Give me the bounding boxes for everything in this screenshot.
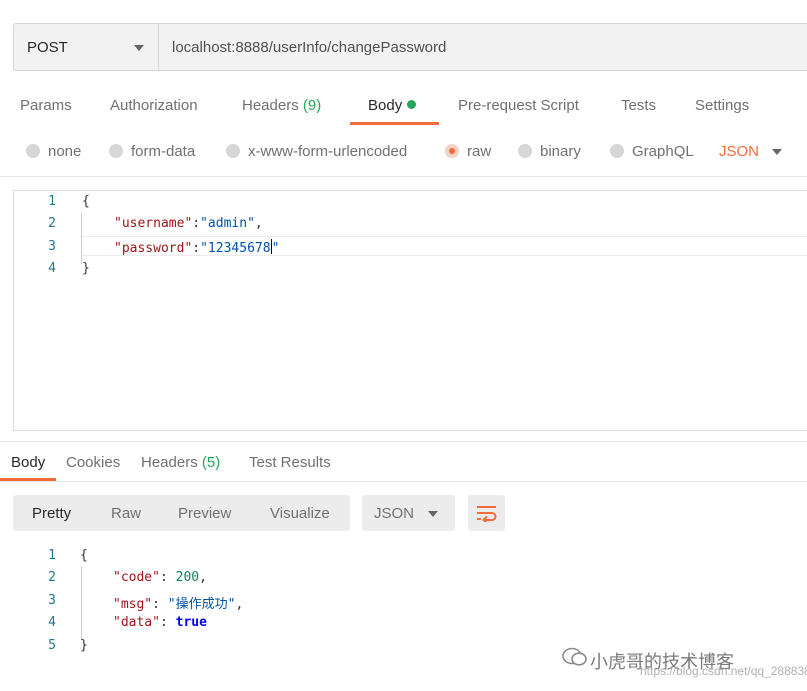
json-string: "操作成功" [167,597,236,612]
json-string-end: " [271,241,280,256]
radio-binary-label: binary [540,143,581,160]
radio-form-data-label: form-data [131,143,196,160]
tab-prerequest-script[interactable]: Pre-request Script [458,97,579,114]
line-number: 3 [48,593,56,608]
tab-params[interactable]: Params [20,97,72,114]
code-line: "password":"12345678" [114,239,280,256]
wechat-icon [562,647,587,666]
divider [0,441,807,442]
response-tab-cookies[interactable]: Cookies [66,454,120,471]
view-preview-button[interactable]: Preview [178,505,231,522]
line-number: 1 [48,194,56,209]
json-boolean: true [175,615,207,630]
divider [0,176,807,177]
divider [0,481,807,482]
watermark-url: https://blog.csdn.net/qq_28883885 [640,664,807,678]
line-number: 4 [48,615,56,630]
line-number: 4 [48,261,56,276]
indent-guide [81,212,82,264]
tab-authorization[interactable]: Authorization [110,97,198,114]
response-headers-count-badge: (5) [201,454,221,471]
view-pretty-button[interactable]: Pretty [32,505,71,522]
radio-raw-label: raw [467,143,492,160]
radio-raw[interactable] [445,144,459,158]
radio-graphql-label: GraphQL [632,143,694,160]
radio-binary[interactable] [518,144,532,158]
headers-count-badge: (9) [302,97,322,114]
radio-graphql[interactable] [610,144,624,158]
chevron-down-icon [134,45,144,51]
response-tab-test-results[interactable]: Test Results [249,454,331,471]
line-number: 2 [48,216,56,231]
view-raw-button[interactable]: Raw [111,505,141,522]
code-brace: { [80,548,88,563]
method-label: POST [27,39,68,56]
code-brace: { [82,194,90,209]
line-number: 2 [48,570,56,585]
code-line: "code": 200, [113,570,207,585]
tab-tests[interactable]: Tests [621,97,656,114]
code-brace: } [80,638,88,653]
response-tab-body[interactable]: Body [11,454,45,471]
code-line: "username":"admin", [114,216,263,231]
code-brace: } [82,261,90,276]
radio-none[interactable] [26,144,40,158]
url-input[interactable]: localhost:8888/userInfo/changePassword [172,39,446,56]
method-select[interactable]: POST [14,24,159,70]
radio-none-label: none [48,143,82,160]
active-tab-indicator [350,122,439,125]
response-tab-headers[interactable]: Headers (5) [141,454,220,471]
json-number: 200 [175,570,200,585]
chevron-down-icon [428,511,438,517]
json-key: "password" [114,241,193,256]
text-wrap-icon [477,506,497,522]
json-key: "code" [113,570,160,585]
status-dot-icon [407,100,417,109]
json-string: "admin" [200,216,255,231]
wrap-lines-button[interactable] [468,495,505,531]
response-format-label: JSON [374,505,415,522]
code-line: "data": true [113,615,207,630]
tab-body-label: Body [368,97,403,114]
view-visualize-button[interactable]: Visualize [270,505,330,522]
radio-urlencoded[interactable] [226,144,240,158]
line-number: 1 [48,548,56,563]
tab-headers-label: Headers [242,97,299,114]
tab-headers[interactable]: Headers (9) [242,97,321,114]
line-number: 3 [48,239,56,254]
request-url-bar: POST localhost:8888/userInfo/changePassw… [13,23,807,71]
code-line: "msg": "操作成功", [113,597,244,612]
line-number: 5 [48,638,56,653]
indent-guide [81,566,82,640]
tab-body[interactable]: Body [368,97,417,114]
chevron-down-icon[interactable] [772,149,782,155]
radio-urlencoded-label: x-www-form-urlencoded [248,143,408,160]
radio-form-data[interactable] [109,144,123,158]
json-key: "username" [114,216,193,231]
json-key: "data" [113,615,160,630]
json-key: "msg" [113,597,153,612]
response-tab-headers-label: Headers [141,454,198,471]
language-select[interactable]: JSON [719,143,759,160]
tab-settings[interactable]: Settings [695,97,749,114]
json-string: "12345678 [200,241,271,256]
